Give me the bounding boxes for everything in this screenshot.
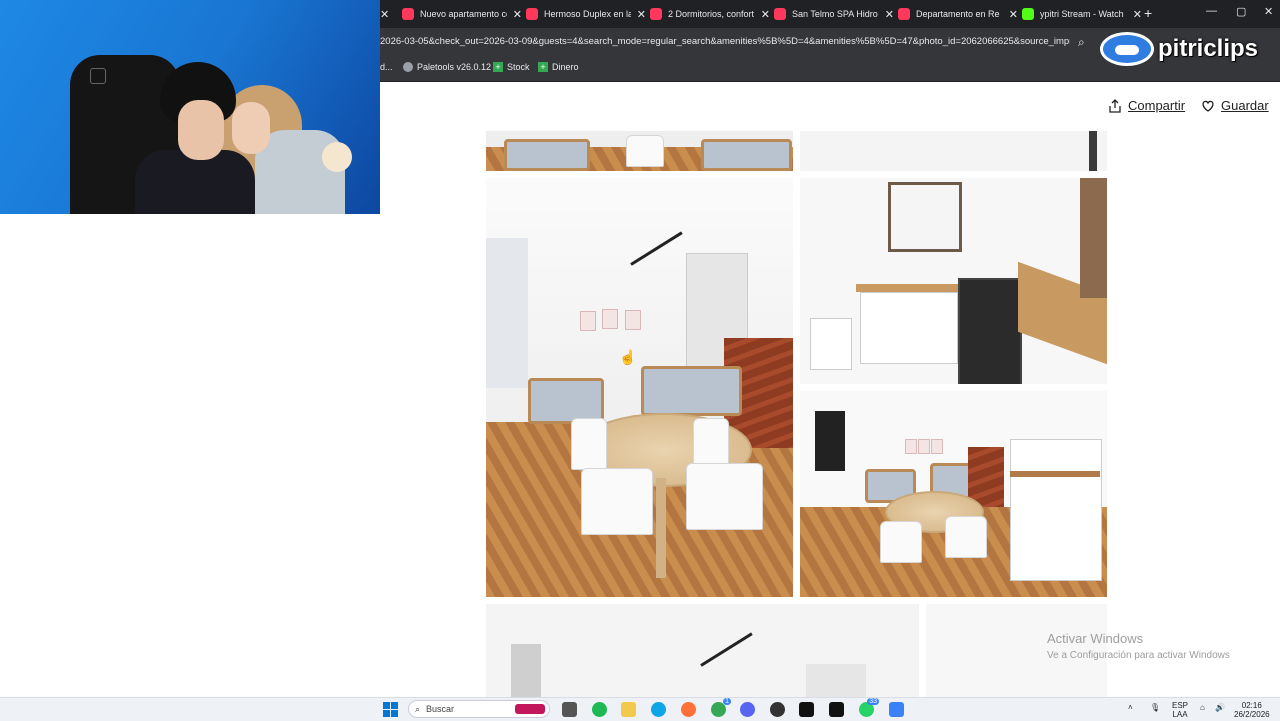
tab-title: 2 Dormitorios, confort [668, 9, 755, 19]
close-tab-icon[interactable]: ✕ [380, 8, 389, 21]
chair-logo-icon [90, 68, 106, 84]
network-icon[interactable]: ⌂ [1200, 703, 1205, 712]
sheets-icon: + [538, 62, 548, 72]
minimize-button[interactable]: — [1206, 5, 1217, 17]
capcut-icon[interactable] [829, 702, 844, 717]
whatsapp-badge: 33 [867, 698, 879, 705]
listing-photo-wide[interactable] [486, 604, 919, 697]
pitriclips-watermark: pitriclips [1100, 30, 1258, 68]
tab-san-telmo[interactable]: San Telmo SPA Hidro ✕ [774, 4, 894, 24]
new-tab-button[interactable]: + [1144, 5, 1152, 21]
close-window-button[interactable]: ✕ [1264, 5, 1273, 18]
search-placeholder: Buscar [426, 704, 455, 714]
tab-title: Departamento en Re [916, 9, 1000, 19]
bookmark-label: Dinero [552, 62, 579, 72]
close-tab-icon[interactable]: ✕ [1133, 8, 1142, 21]
clock[interactable]: 02:16 26/2/2026 [1234, 701, 1270, 719]
taskbar-search[interactable]: ⌕ Buscar [408, 700, 550, 718]
zoom-icon[interactable]: ⌕ [1078, 35, 1085, 50]
share-button[interactable]: Compartir [1108, 98, 1185, 113]
listing-photo-dining[interactable] [800, 391, 1107, 597]
save-label: Guardar [1221, 98, 1269, 113]
activate-windows-notice: Activar Windows Ve a Configuración para … [1047, 631, 1230, 661]
tab-title: Nuevo apartamento con [420, 9, 507, 19]
tab-title: San Telmo SPA Hidro [792, 9, 878, 19]
streamer-person-2 [232, 102, 270, 154]
discord-icon[interactable] [740, 702, 755, 717]
share-icon [1109, 98, 1121, 113]
bookmark-label: d... [380, 62, 393, 72]
clock-time: 02:16 [1241, 701, 1262, 710]
airbnb-icon [402, 8, 414, 20]
close-tab-icon[interactable]: ✕ [1009, 8, 1018, 21]
language-indicator[interactable]: ESP LAA [1172, 701, 1188, 719]
bookmark-label: Stock [507, 62, 530, 72]
airbnb-icon [898, 8, 910, 20]
windows-taskbar: ⌕ Buscar 1 33 ˄ 🎙 ESP LAA ⌂ 🔊 02:16 26/2… [0, 697, 1280, 721]
maximize-button[interactable]: ▢ [1236, 5, 1246, 18]
listing-photo-kitchen[interactable] [800, 178, 1107, 384]
bookmark-label: Paletools v26.0.12 [417, 62, 492, 72]
language-bottom: LAA [1172, 710, 1188, 719]
listing-photo[interactable] [486, 131, 793, 171]
windows-start-button[interactable] [383, 702, 398, 717]
listing-photo[interactable] [800, 131, 1107, 171]
search-highlight-icon [515, 704, 545, 714]
chrome-icon[interactable]: 1 [711, 698, 731, 717]
streamer-person-1 [178, 100, 224, 160]
clock-date: 26/2/2026 [1234, 710, 1270, 719]
close-tab-icon[interactable]: ✕ [637, 8, 646, 21]
hand-cursor-icon: ☝ [619, 349, 637, 365]
chrome-badge: 1 [723, 698, 731, 705]
tab-hermoso-duplex[interactable]: Hermoso Duplex en la ✕ [526, 4, 646, 24]
edge-icon[interactable] [651, 702, 666, 717]
tab-ypitri-stream[interactable]: ypitri Stream - Watch ✕ [1022, 4, 1142, 24]
heart-icon [1202, 100, 1214, 112]
search-icon: ⌕ [415, 703, 421, 714]
tab-nuevo-apartamento[interactable]: Nuevo apartamento con ✕ [402, 4, 522, 24]
handshake-logo-icon [1100, 32, 1154, 66]
share-label: Compartir [1128, 98, 1186, 113]
close-tab-icon[interactable]: ✕ [513, 8, 522, 21]
tab-2-dormitorios[interactable]: 2 Dormitorios, confort ✕ [650, 4, 770, 24]
firefox-icon[interactable] [681, 702, 696, 717]
volume-icon[interactable]: 🔊 [1215, 703, 1225, 712]
close-tab-icon[interactable]: ✕ [761, 8, 770, 21]
save-button[interactable]: Guardar [1201, 98, 1269, 113]
bookmark-item[interactable]: d... [380, 62, 393, 72]
tab-title: Hermoso Duplex en la [544, 9, 631, 19]
listing-photo-living-room[interactable] [486, 178, 793, 597]
activate-title: Activar Windows [1047, 631, 1144, 646]
obs-icon[interactable] [770, 702, 785, 717]
bookmark-dinero[interactable]: + Dinero [538, 62, 579, 72]
tray-chevron-icon[interactable]: ˄ [1128, 703, 1133, 712]
close-tab-icon[interactable]: ✕ [885, 8, 894, 21]
airbnb-icon [650, 8, 662, 20]
webcam-overlay [0, 0, 380, 214]
whatsapp-icon[interactable]: 33 [859, 698, 879, 717]
spotify-icon[interactable] [592, 702, 607, 717]
bookmark-stock[interactable]: + Stock [493, 62, 530, 72]
language-top: ESP [1172, 701, 1189, 710]
calculator-icon[interactable] [889, 702, 904, 717]
kick-icon [1022, 8, 1034, 20]
task-view-icon[interactable] [562, 702, 577, 717]
airbnb-icon [526, 8, 538, 20]
url-field[interactable]: 2026-03-05&check_out=2026-03-09&guests=4… [380, 36, 1070, 47]
globe-icon [403, 62, 413, 72]
tab-departamento[interactable]: Departamento en Re ✕ [898, 4, 1018, 24]
bookmark-paletools[interactable]: Paletools v26.0.12 [403, 62, 491, 72]
tiktok-icon[interactable] [799, 702, 814, 717]
activate-subtitle: Ve a Configuración para activar Windows [1047, 650, 1230, 661]
lamp [322, 142, 352, 172]
tab-title: ypitri Stream - Watch [1040, 9, 1124, 19]
microphone-icon[interactable]: 🎙 [1150, 703, 1160, 712]
watermark-text: pitriclips [1158, 35, 1259, 62]
sheets-icon: + [493, 62, 503, 72]
file-explorer-icon[interactable] [621, 702, 636, 717]
airbnb-icon [774, 8, 786, 20]
